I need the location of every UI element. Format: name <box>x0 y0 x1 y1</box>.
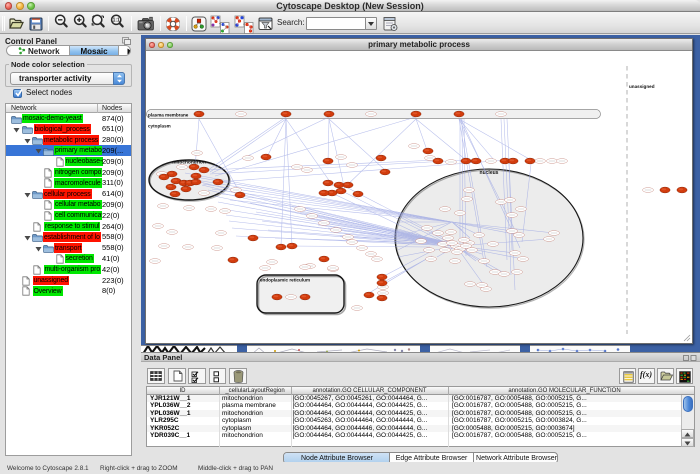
svg-text:plasma membrane: plasma membrane <box>148 113 189 118</box>
svg-text:1:1: 1:1 <box>113 18 120 24</box>
svg-text:mitochondrion: mitochondrion <box>172 160 206 166</box>
svg-text:unassigned: unassigned <box>629 84 655 89</box>
svg-text:cytoplasm: cytoplasm <box>148 124 171 129</box>
svg-text:endoplasmic reticulum: endoplasmic reticulum <box>260 278 310 283</box>
svg-text:nucleus: nucleus <box>480 170 499 176</box>
